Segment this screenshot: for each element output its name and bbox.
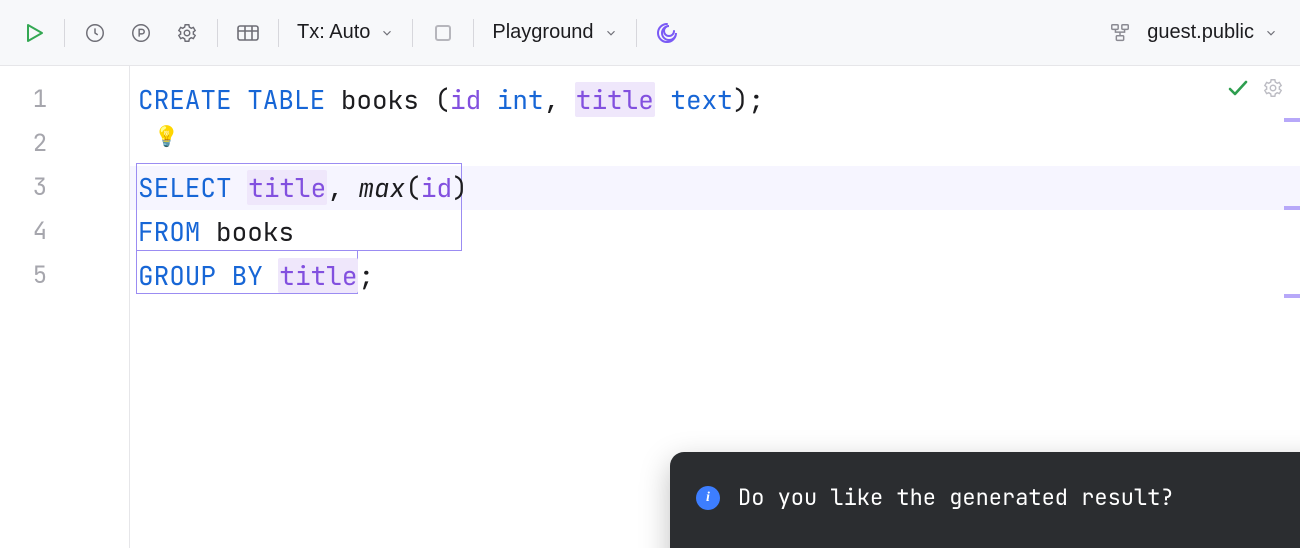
schema-label: guest.public xyxy=(1147,21,1254,44)
toolbar-separator xyxy=(473,19,474,47)
checkmark-icon xyxy=(1226,76,1250,100)
tx-mode-label: Tx: Auto xyxy=(297,21,370,44)
code-line[interactable]: FROM books xyxy=(130,210,1300,254)
line-number: 5 xyxy=(0,254,80,298)
popup-question: Do you like the generated result? xyxy=(738,476,1174,520)
session-dropdown[interactable]: Playground xyxy=(488,17,621,48)
chevron-down-icon xyxy=(604,26,618,40)
code-line[interactable]: CREATE TABLE books (id int, title text); xyxy=(130,78,1300,122)
info-icon: i xyxy=(696,486,720,510)
tx-mode-dropdown[interactable]: Tx: Auto xyxy=(293,17,398,48)
toolbar-separator xyxy=(278,19,279,47)
popup-yes-button[interactable]: Yes xyxy=(738,538,778,548)
line-number: 1 xyxy=(0,78,80,122)
popup-no-button[interactable]: No xyxy=(812,538,838,548)
gear-icon xyxy=(176,22,198,44)
code-area[interactable]: CREATE TABLE books (id int, title text);… xyxy=(130,66,1300,548)
intention-bulb-icon[interactable]: 💡 xyxy=(154,126,179,146)
schema-icon xyxy=(1109,22,1131,44)
gear-icon xyxy=(1262,77,1284,99)
editor: 1 2 3 4 5 CREATE TABLE books (id int, ti… xyxy=(0,66,1300,548)
error-stripe-marker[interactable] xyxy=(1284,294,1300,298)
history-button[interactable] xyxy=(79,17,111,49)
inspections-widget[interactable] xyxy=(1226,76,1284,100)
ai-assist-button[interactable] xyxy=(651,17,683,49)
code-line[interactable]: GROUP BY title; xyxy=(130,254,1300,298)
spiral-icon xyxy=(655,21,679,45)
ai-feedback-popup: i Do you like the generated result? Yes … xyxy=(670,452,1300,548)
line-number: 4 xyxy=(0,210,80,254)
toolbar-separator xyxy=(217,19,218,47)
clock-icon xyxy=(84,22,106,44)
error-stripe-marker[interactable] xyxy=(1284,118,1300,122)
toolbar-separator xyxy=(636,19,637,47)
p-circle-icon xyxy=(130,22,152,44)
stop-button[interactable] xyxy=(427,17,459,49)
line-number: 2 xyxy=(0,122,80,166)
settings-button[interactable] xyxy=(171,17,203,49)
chevron-down-icon xyxy=(380,26,394,40)
table-icon xyxy=(236,23,260,43)
play-icon xyxy=(22,21,46,45)
explain-plan-button[interactable] xyxy=(125,17,157,49)
toolbar-separator xyxy=(412,19,413,47)
run-button[interactable] xyxy=(18,17,50,49)
code-line[interactable]: SELECT title, max(id) xyxy=(130,166,1300,210)
line-number: 3 xyxy=(0,166,80,210)
chevron-down-icon xyxy=(1264,26,1278,40)
result-view-button[interactable] xyxy=(232,17,264,49)
toolbar-separator xyxy=(64,19,65,47)
error-stripe-marker[interactable] xyxy=(1284,206,1300,210)
session-label: Playground xyxy=(492,21,593,44)
stop-icon xyxy=(435,25,451,41)
toolbar: Tx: Auto Playground guest.public xyxy=(0,0,1300,66)
gutter: 1 2 3 4 5 xyxy=(0,66,130,548)
schema-dropdown[interactable]: guest.public xyxy=(1105,17,1282,48)
